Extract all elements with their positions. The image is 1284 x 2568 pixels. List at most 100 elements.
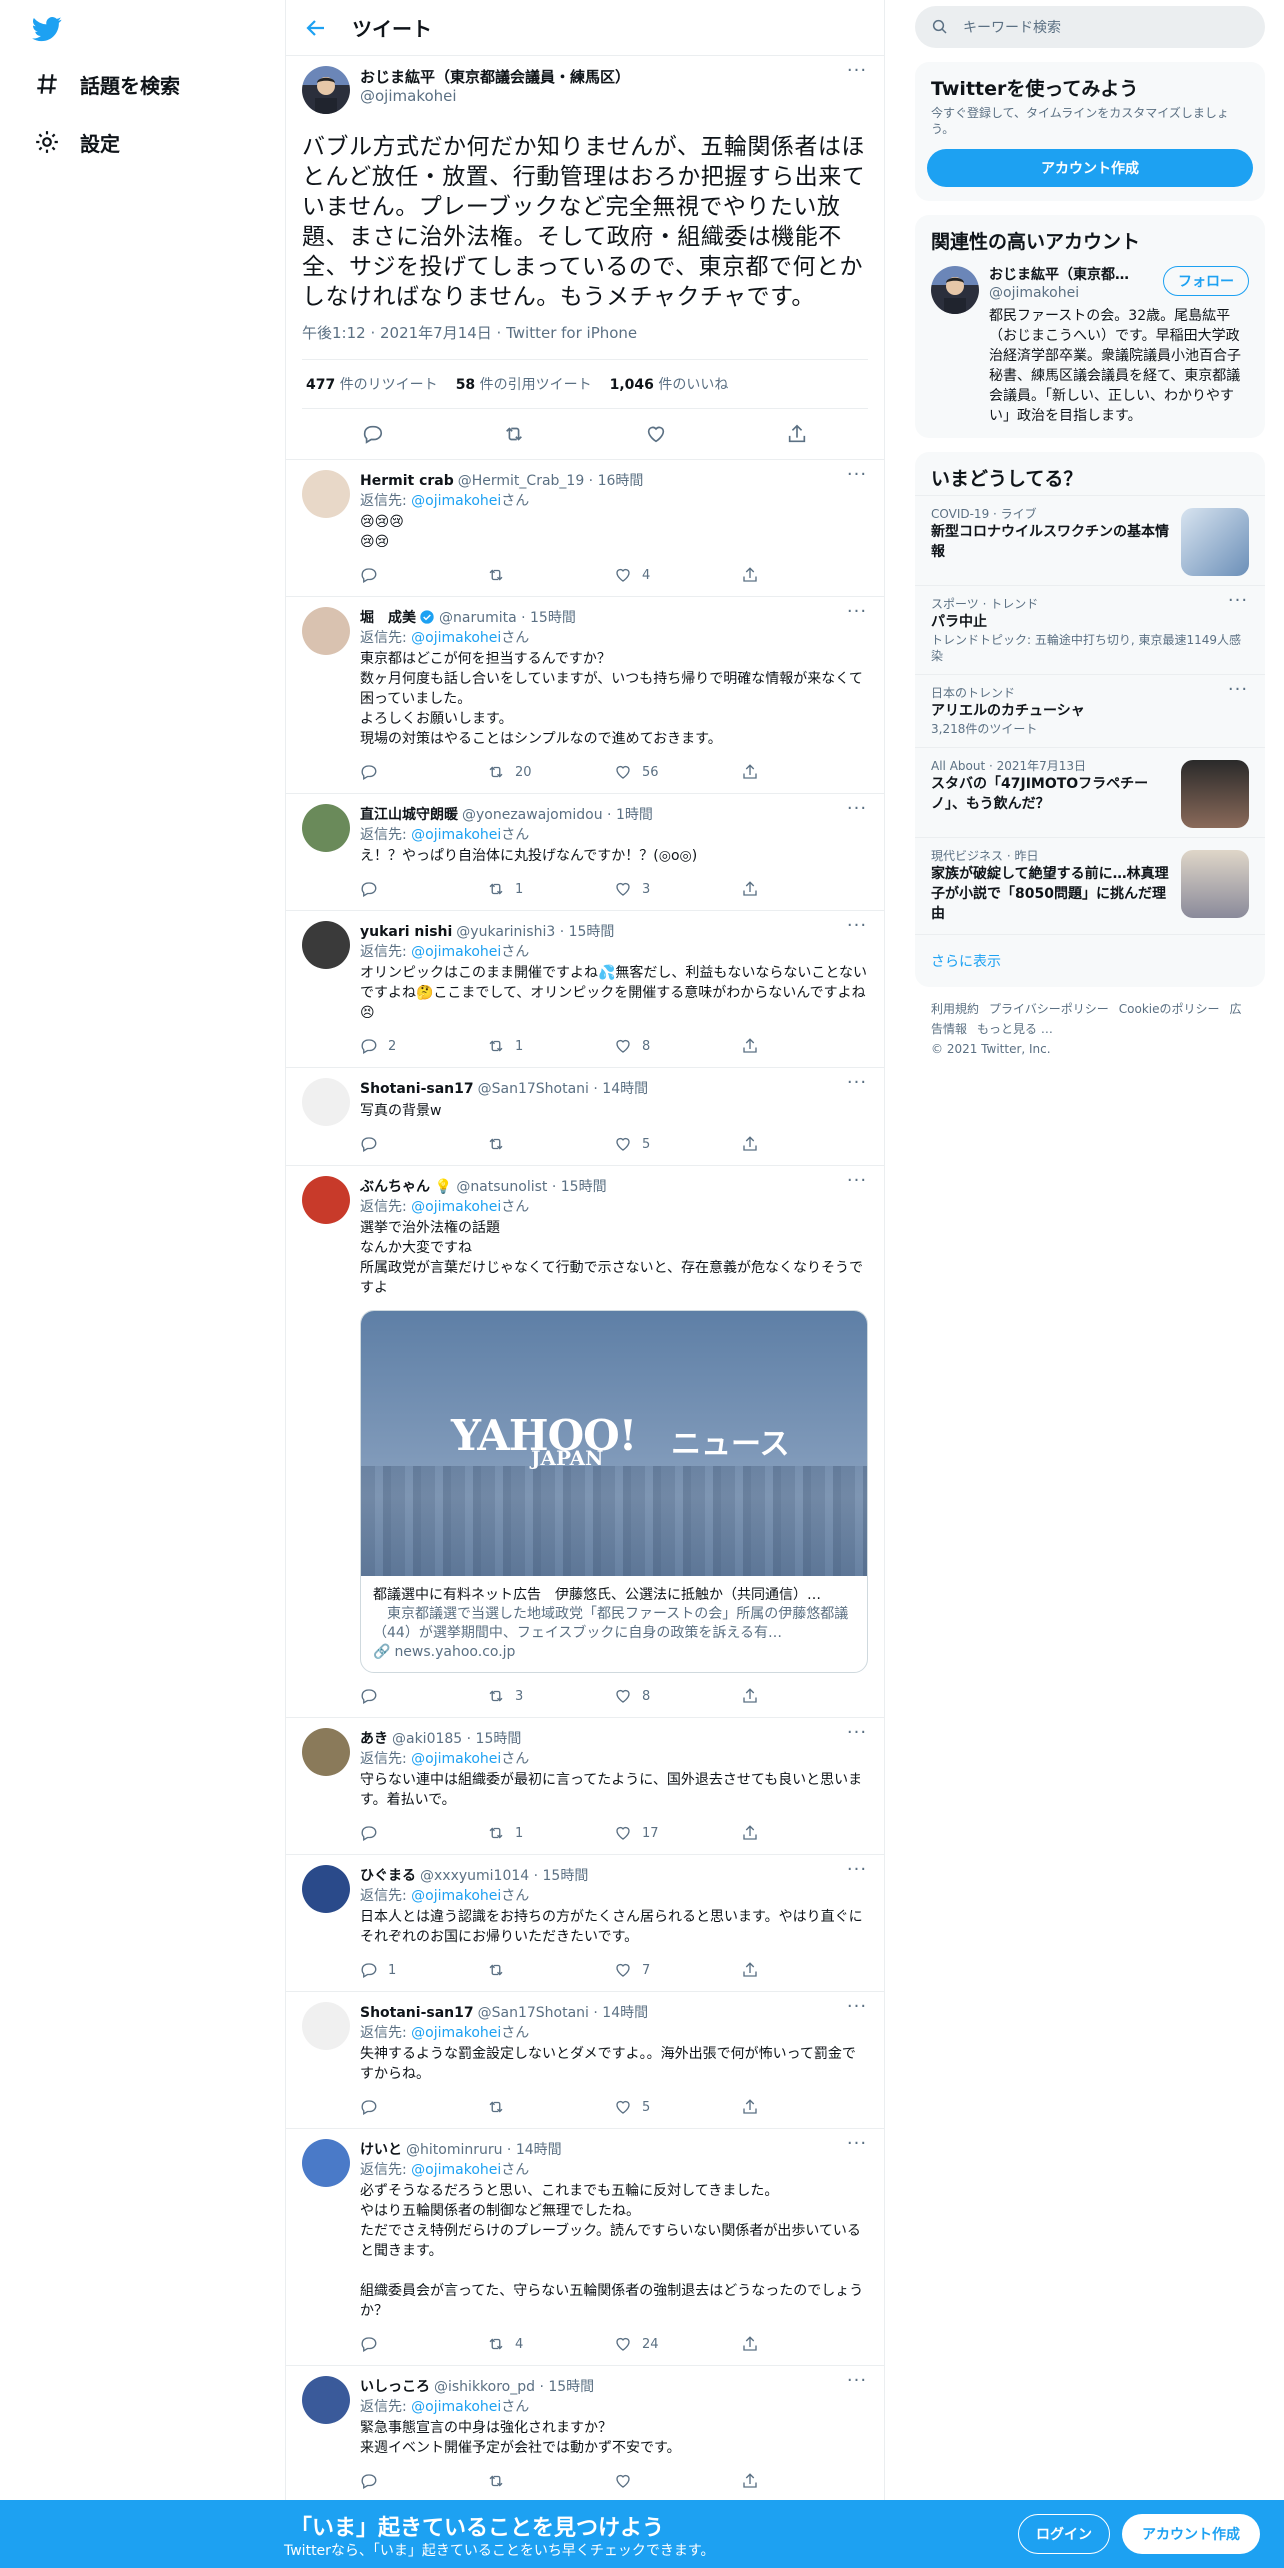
- share-action[interactable]: [741, 1135, 868, 1153]
- retweet-count[interactable]: 477 件のリツイート: [306, 374, 438, 394]
- twitter-logo-icon[interactable]: [32, 14, 62, 44]
- author-name[interactable]: ひぐまる: [360, 1866, 416, 1886]
- avatar[interactable]: [302, 1728, 350, 1776]
- avatar[interactable]: [302, 2376, 350, 2424]
- reply-to-link[interactable]: @ojimakohei: [411, 1888, 501, 1904]
- reply-icon[interactable]: [362, 423, 384, 445]
- retweet-action[interactable]: [487, 566, 614, 584]
- heart-action[interactable]: 4: [614, 566, 741, 584]
- author-name[interactable]: いしっころ: [360, 2377, 430, 2397]
- retweet-action[interactable]: 1: [487, 880, 614, 898]
- nav-explore[interactable]: 話題を検索: [34, 64, 180, 104]
- share-action[interactable]: [741, 763, 868, 781]
- reply-action[interactable]: [360, 880, 487, 898]
- retweet-action[interactable]: [487, 2472, 614, 2490]
- heart-action[interactable]: 8: [614, 1037, 741, 1055]
- heart-action[interactable]: [614, 2472, 741, 2490]
- reply-to-link[interactable]: @ojimakohei: [411, 630, 501, 646]
- tweet-meta[interactable]: 午後1:12 · 2021年7月14日 · Twitter for iPhone: [302, 322, 868, 360]
- avatar[interactable]: [302, 1865, 350, 1913]
- more-options-icon[interactable]: ···: [846, 466, 868, 492]
- author-name[interactable]: あき: [360, 1729, 388, 1749]
- share-icon[interactable]: [786, 423, 808, 445]
- author-name[interactable]: Shotani-san17: [360, 2003, 474, 2023]
- link-card[interactable]: YAHOO! JAPAN ニュース 都議選中に有料ネット広告 伊藤悠氏、公選法に抵触か…: [360, 1310, 868, 1673]
- author-name[interactable]: おじま紘平（東京都議会議員・練馬区）: [360, 68, 630, 87]
- login-button[interactable]: ログイン: [1018, 2514, 1110, 2554]
- footer-link[interactable]: 利用規約: [931, 1002, 979, 1016]
- author-handle[interactable]: @ishikkoro_pd · 15時間: [434, 2377, 594, 2397]
- reply-action[interactable]: [360, 763, 487, 781]
- more-options-icon[interactable]: ···: [1227, 592, 1249, 618]
- retweet-action[interactable]: [487, 2098, 614, 2116]
- footer-link[interactable]: プライバシーポリシー: [989, 1002, 1109, 1016]
- search-bar[interactable]: キーワード検索: [915, 6, 1265, 48]
- more-options-icon[interactable]: ···: [846, 1861, 868, 1887]
- retweet-action[interactable]: 1: [487, 1037, 614, 1055]
- avatar[interactable]: [302, 66, 350, 114]
- author-handle[interactable]: @San17Shotani · 14時間: [478, 2003, 648, 2023]
- share-action[interactable]: [741, 2472, 868, 2490]
- reply-action[interactable]: [360, 1135, 487, 1153]
- author-handle[interactable]: @yukarinishi3 · 15時間: [456, 922, 614, 942]
- trend-item[interactable]: スポーツ · トレンド パラ中止 トレンドトピック: 五輪途中打ち切り, 東京最速1…: [915, 585, 1265, 674]
- reply-to-link[interactable]: @ojimakohei: [411, 1751, 501, 1767]
- author-name[interactable]: Hermit crab: [360, 471, 454, 491]
- author-handle[interactable]: @San17Shotani · 14時間: [478, 1079, 648, 1099]
- trend-item[interactable]: COVID-19 · ライブ 新型コロナウイルスワクチンの基本情報: [915, 495, 1265, 585]
- search-input[interactable]: キーワード検索: [963, 17, 1061, 37]
- author-name[interactable]: Shotani-san17: [360, 1079, 474, 1099]
- reply-action[interactable]: [360, 2335, 487, 2353]
- retweet-action[interactable]: 1: [487, 1824, 614, 1842]
- nav-settings[interactable]: 設定: [34, 122, 120, 162]
- share-action[interactable]: [741, 1824, 868, 1842]
- card-image[interactable]: YAHOO! JAPAN ニュース: [361, 1311, 867, 1576]
- heart-icon[interactable]: [645, 423, 667, 445]
- more-options-icon[interactable]: ···: [846, 62, 868, 88]
- back-arrow-icon[interactable]: [304, 16, 328, 40]
- heart-action[interactable]: 7: [614, 1961, 741, 1979]
- author-handle[interactable]: @ojimakohei: [360, 87, 630, 106]
- avatar[interactable]: [302, 2139, 350, 2187]
- more-options-icon[interactable]: ···: [846, 1998, 868, 2024]
- more-options-icon[interactable]: ···: [846, 2372, 868, 2398]
- reply-to-link[interactable]: @ojimakohei: [411, 493, 501, 509]
- share-action[interactable]: [741, 1037, 868, 1055]
- author-handle[interactable]: @hitominruru · 14時間: [406, 2140, 562, 2160]
- heart-action[interactable]: 24: [614, 2335, 741, 2353]
- author-name[interactable]: yukari nishi: [360, 922, 452, 942]
- related-account[interactable]: おじま紘平（東京都… @ojimakohei 都民ファーストの会。32歳。尾島紘…: [915, 258, 1265, 438]
- reply-action[interactable]: [360, 1687, 487, 1705]
- footer-link[interactable]: もっと見る …: [977, 1022, 1053, 1036]
- share-action[interactable]: [741, 566, 868, 584]
- register-button[interactable]: アカウント作成: [1122, 2514, 1260, 2554]
- reply-action[interactable]: [360, 2098, 487, 2116]
- retweet-action[interactable]: [487, 1135, 614, 1153]
- reply-action[interactable]: 1: [360, 1961, 487, 1979]
- reply-action[interactable]: [360, 2472, 487, 2490]
- footer-link[interactable]: Cookieのポリシー: [1119, 1002, 1220, 1016]
- avatar[interactable]: [302, 2002, 350, 2050]
- author-name[interactable]: 堀 成美: [360, 608, 416, 628]
- heart-action[interactable]: 3: [614, 880, 741, 898]
- more-options-icon[interactable]: ···: [846, 1724, 868, 1750]
- avatar[interactable]: [302, 1176, 350, 1224]
- avatar[interactable]: [302, 607, 350, 655]
- heart-action[interactable]: 8: [614, 1687, 741, 1705]
- follow-button[interactable]: フォロー: [1163, 266, 1249, 296]
- show-more-link[interactable]: さらに表示: [915, 934, 1265, 987]
- reply-to-link[interactable]: @ojimakohei: [411, 827, 501, 843]
- share-action[interactable]: [741, 880, 868, 898]
- trend-item[interactable]: All About · 2021年7月13日 スタバの「47JIMOTOフラペチー…: [915, 747, 1265, 837]
- reply-to-link[interactable]: @ojimakohei: [411, 1199, 501, 1215]
- avatar[interactable]: [302, 921, 350, 969]
- author-handle[interactable]: @yonezawajomidou · 1時間: [462, 805, 653, 825]
- heart-action[interactable]: 5: [614, 2098, 741, 2116]
- more-options-icon[interactable]: ···: [846, 2135, 868, 2161]
- avatar[interactable]: [302, 470, 350, 518]
- share-action[interactable]: [741, 1687, 868, 1705]
- share-action[interactable]: [741, 2335, 868, 2353]
- avatar[interactable]: [931, 266, 979, 314]
- share-action[interactable]: [741, 2098, 868, 2116]
- more-options-icon[interactable]: ···: [1227, 681, 1249, 707]
